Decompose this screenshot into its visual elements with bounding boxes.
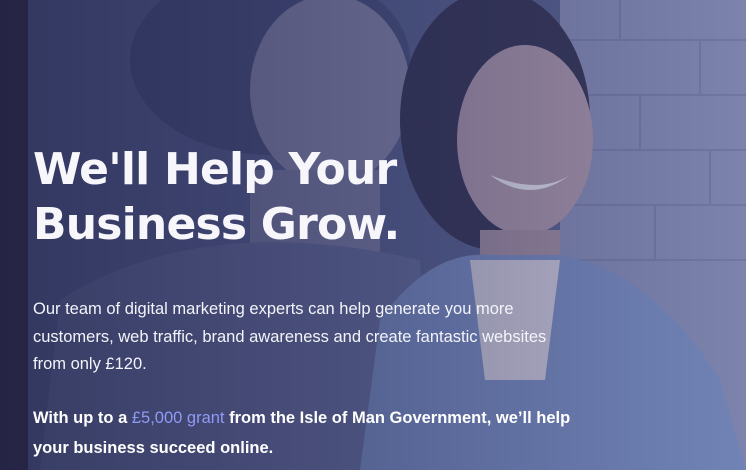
grant-prefix: With up to a [33,408,132,427]
hero-content: We'll Help Your Business Grow. Our team … [33,142,593,463]
hero-headline: We'll Help Your Business Grow. [33,142,593,252]
headline-line-1: We'll Help Your [33,144,397,195]
grant-link[interactable]: £5,000 grant [132,409,225,427]
grant-statement: With up to a £5,000 grant from the Isle … [33,403,573,463]
headline-line-2: Business Grow. [33,199,400,250]
hero-section: We'll Help Your Business Grow. Our team … [0,0,746,470]
hero-description: Our team of digital marketing experts ca… [33,300,547,373]
